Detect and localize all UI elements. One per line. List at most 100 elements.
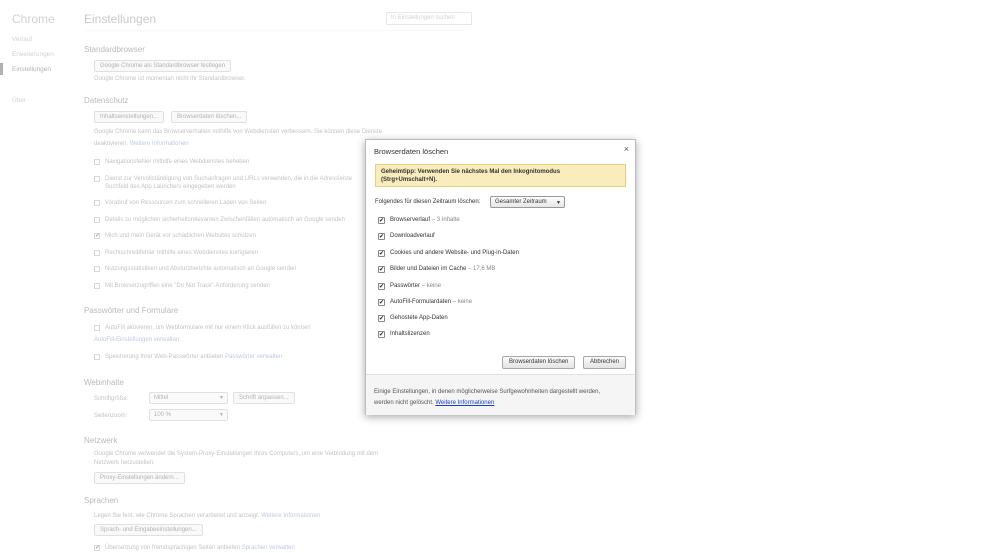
close-icon[interactable]: × (624, 144, 629, 154)
languages-description-text: Legen Sie fest, wie Chrome Sprachen vera… (94, 513, 260, 519)
privacy-option-label: Suchfeld des App Launchers eingegeben we… (105, 184, 236, 190)
option-label: Cookies und andere Website- und Plug-in-… (390, 250, 519, 256)
option-label: Downloadverlauf (390, 233, 435, 239)
option-detail: – keine (452, 299, 473, 305)
option-label-text: Gehostete App-Daten (390, 315, 448, 321)
search-input[interactable]: In Einstellungen suchen (386, 12, 472, 25)
section-heading-default-browser: Standardbrowser (84, 45, 145, 54)
chevron-down-icon: ▼ (219, 395, 224, 401)
option-label-text: Inhaltslizenzen (390, 331, 430, 337)
footer-note-line1: Einige Einstellungen, in denen möglicher… (374, 389, 601, 395)
languages-description: Legen Sie fest, wie Chrome Sprachen vera… (94, 513, 320, 519)
autofill-checkbox[interactable] (94, 325, 100, 331)
checkbox-cache[interactable]: ✔ (378, 266, 385, 273)
section-heading-privacy: Datenschutz (84, 96, 129, 105)
tip-line-2: (Strg+Umschalt+N). (381, 177, 438, 183)
option-label: AutoFill-Formulardaten – keine (390, 299, 472, 305)
footer-more-info-link[interactable]: Weitere Informationen (435, 400, 494, 406)
privacy-checkbox-0[interactable] (94, 159, 100, 165)
cancel-button[interactable]: Abbrechen (583, 356, 627, 369)
privacy-checkbox-3[interactable] (94, 200, 100, 206)
change-proxy-button[interactable]: Proxy-Einstellungen ändern... (94, 472, 185, 484)
sidebar-item-history[interactable]: Verlauf (12, 36, 32, 43)
checkbox-browsing-history[interactable]: ✔ (378, 217, 385, 224)
time-range-label: Folgendes für diesen Zeitraum löschen: (375, 199, 481, 205)
checkbox-passwords[interactable]: ✔ (378, 283, 385, 290)
privacy-option-label: Navigationsfehler mithilfe eines Webdien… (105, 159, 250, 165)
save-passwords-label: Speicherung Ihrer Web-Passwörter anbiete… (105, 354, 282, 360)
time-range-value: Gesamter Zeitraum (495, 199, 547, 205)
customize-fonts-button[interactable]: Schrift anpassen... (233, 392, 295, 404)
checkbox-hosted-app-data[interactable]: ✔ (378, 315, 385, 322)
clear-browsing-data-button[interactable]: Browserdaten löschen... (171, 111, 248, 123)
sidebar-item-extensions[interactable]: Erweiterungen (12, 51, 54, 58)
option-detail: – 3 Inhalte (431, 217, 460, 223)
autofill-label: AutoFill aktivieren, um Webformulare mit… (105, 325, 311, 331)
font-size-value: Mittel (154, 395, 169, 401)
privacy-checkbox-7[interactable] (94, 266, 100, 272)
translate-label: Übersetzung von fremdsprachigen Seiten a… (105, 545, 295, 551)
languages-more-info-link[interactable]: Weitere Informationen (261, 513, 320, 519)
section-heading-passwords: Passwörter und Formulare (84, 306, 179, 315)
set-default-browser-button[interactable]: Google Chrome als Standardbrowser festle… (94, 60, 232, 72)
font-size-select[interactable]: Mittel ▼ (149, 392, 228, 404)
option-label-text: Bilder und Dateien im Cache (390, 266, 467, 272)
time-range-select[interactable]: Gesamter Zeitraum ▼ (490, 196, 565, 208)
privacy-more-info-link[interactable]: Weitere Informationen (130, 141, 189, 147)
footer-note-line2: werden nicht gelöscht. (374, 400, 434, 406)
sidebar-item-about[interactable]: Über (12, 97, 26, 104)
default-browser-status: Google Chrome ist momentan nicht Ihr Sta… (94, 76, 246, 82)
privacy-option-label: Nutzungsstatistiken und Absturzberichte … (105, 266, 297, 272)
page-zoom-value: 100 % (154, 412, 172, 418)
autofill-settings-link[interactable]: AutoFill-Einstellungen verwalten (94, 337, 179, 343)
page-title: Einstellungen (84, 12, 157, 26)
manage-passwords-link[interactable]: Passwörter verwalten (225, 354, 282, 360)
privacy-option-label: Details zu möglichen sicherheitsrelevant… (105, 217, 345, 223)
option-label: Inhaltslizenzen (390, 331, 430, 337)
active-nav-indicator (0, 63, 3, 75)
chrome-brand: Chrome (12, 12, 55, 26)
privacy-description-end: deaktivieren. (94, 141, 129, 147)
option-label: Gehostete App-Daten (390, 315, 448, 321)
dialog-title: Browserdaten löschen (374, 147, 449, 156)
translate-checkbox[interactable]: ✔ (94, 545, 100, 551)
privacy-description-line2: deaktivieren. Weitere Informationen (94, 141, 189, 147)
section-heading-network: Netzwerk (84, 436, 118, 445)
clear-browsing-data-dialog: Browserdaten löschen × Geheimtipp: Verwe… (365, 139, 636, 415)
chevron-down-icon: ▼ (219, 412, 224, 418)
section-heading-languages: Sprachen (84, 496, 119, 505)
sidebar: Chrome Verlauf Erweiterungen Einstellung… (0, 0, 80, 553)
content-settings-button[interactable]: Inhaltseinstellungen... (94, 111, 165, 123)
manage-languages-link[interactable]: Sprachen verwalten (242, 545, 295, 551)
footer-note: Einige Einstellungen, in denen möglicher… (374, 387, 629, 409)
language-settings-button[interactable]: Sprach- und Eingabeeinstellungen... (94, 524, 203, 536)
chevron-down-icon: ▼ (556, 200, 561, 206)
confirm-clear-button[interactable]: Browserdaten löschen (502, 356, 576, 369)
privacy-checkbox-5[interactable]: ✔ (94, 233, 100, 239)
font-size-label: Schriftgröße: (94, 396, 129, 402)
privacy-checkbox-1[interactable] (94, 176, 100, 182)
privacy-option-label: Rechtschreibfehler mithilfe eines Webdie… (105, 250, 258, 256)
option-label-text: Browserverlauf (390, 217, 431, 223)
privacy-description: Google Chrome kann das Browserverhalten … (94, 129, 383, 135)
checkbox-autofill[interactable]: ✔ (378, 299, 385, 306)
privacy-checkbox-8[interactable] (94, 283, 100, 289)
zoom-label: Seitenzoom: (94, 413, 128, 419)
sidebar-item-settings[interactable]: Einstellungen (12, 66, 51, 73)
checkbox-content-licenses[interactable]: ✔ (378, 331, 385, 338)
network-description-line2: Netzwerk herzustellen. (94, 460, 155, 466)
option-label-text: Cookies und andere Website- und Plug-in-… (390, 250, 519, 256)
checkbox-download-history[interactable]: ✔ (378, 233, 385, 240)
option-detail: – 17,6 MB (468, 266, 496, 272)
save-passwords-checkbox[interactable] (94, 354, 100, 360)
page-zoom-select[interactable]: 100 % ▼ (149, 409, 228, 421)
checkbox-cookies[interactable]: ✔ (378, 250, 385, 257)
translate-label-text: Übersetzung von fremdsprachigen Seiten a… (105, 545, 241, 551)
privacy-checkbox-4[interactable] (94, 217, 100, 223)
option-label-text: Downloadverlauf (390, 233, 435, 239)
privacy-checkbox-6[interactable] (94, 250, 100, 256)
network-description: Google Chrome verwendet die System-Proxy… (94, 451, 379, 457)
save-passwords-text: Speicherung Ihrer Web-Passwörter anbiete… (105, 354, 224, 360)
option-label-text: AutoFill-Formulardaten (390, 299, 452, 305)
dialog-footer: Einige Einstellungen, in denen möglicher… (366, 374, 635, 415)
